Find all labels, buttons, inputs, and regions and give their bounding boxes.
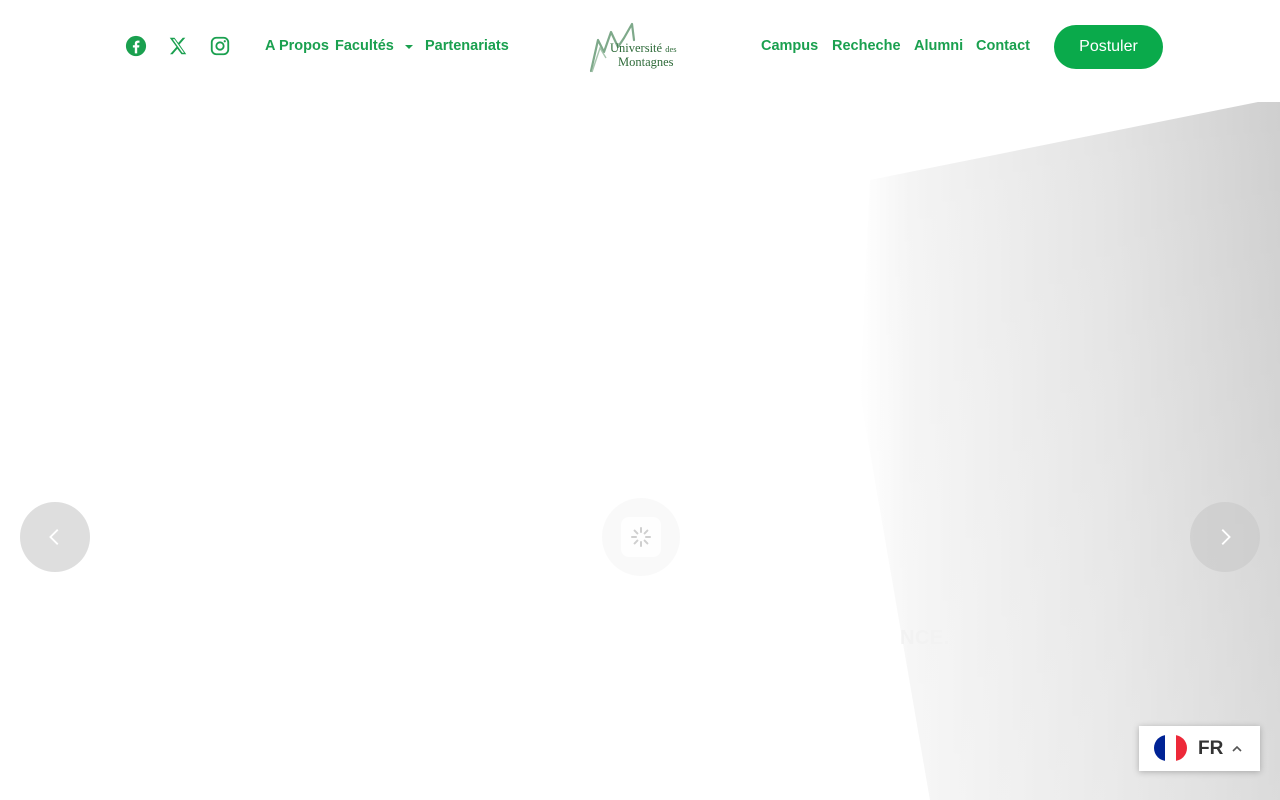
spinner-icon [631,527,651,547]
nav-link-partenariats[interactable]: Partenariats [425,38,509,54]
hero-slider: NCE. [0,94,1280,800]
logo-text-line1: Université des [610,41,677,55]
hero-background-shape [860,102,1280,800]
slider-prev-button[interactable] [20,502,90,572]
nav-link-a-propos[interactable]: A Propos [265,38,329,54]
chevron-right-icon [1221,529,1231,545]
france-flag-icon [1154,735,1187,761]
hero-caption: NCE. [900,627,950,649]
slide-loader [602,498,680,576]
slider-next-button[interactable] [1190,502,1260,572]
logo-text-line2: Montagnes [618,55,674,69]
apply-button[interactable]: Postuler [1054,25,1163,69]
chevron-up-icon [1231,742,1243,754]
nav-link-contact[interactable]: Contact [976,38,1030,54]
language-code: FR [1198,738,1224,759]
nav-link-alumni[interactable]: Alumni [914,38,963,54]
nav-link-campus[interactable]: Campus [761,38,818,54]
site-header: A Propos Facultés Partenariats Universit… [0,0,1280,94]
instagram-icon[interactable] [208,34,232,58]
nav-link-facultes[interactable]: Facultés [335,38,394,54]
university-logo[interactable]: Université des Montagnes [588,18,694,76]
facebook-icon[interactable] [124,34,148,58]
caret-down-icon[interactable] [403,40,415,52]
language-switcher[interactable]: FR [1139,726,1260,771]
x-twitter-icon[interactable] [166,34,190,58]
nav-link-recherche[interactable]: Recheche [832,38,901,54]
chevron-left-icon [49,529,59,545]
